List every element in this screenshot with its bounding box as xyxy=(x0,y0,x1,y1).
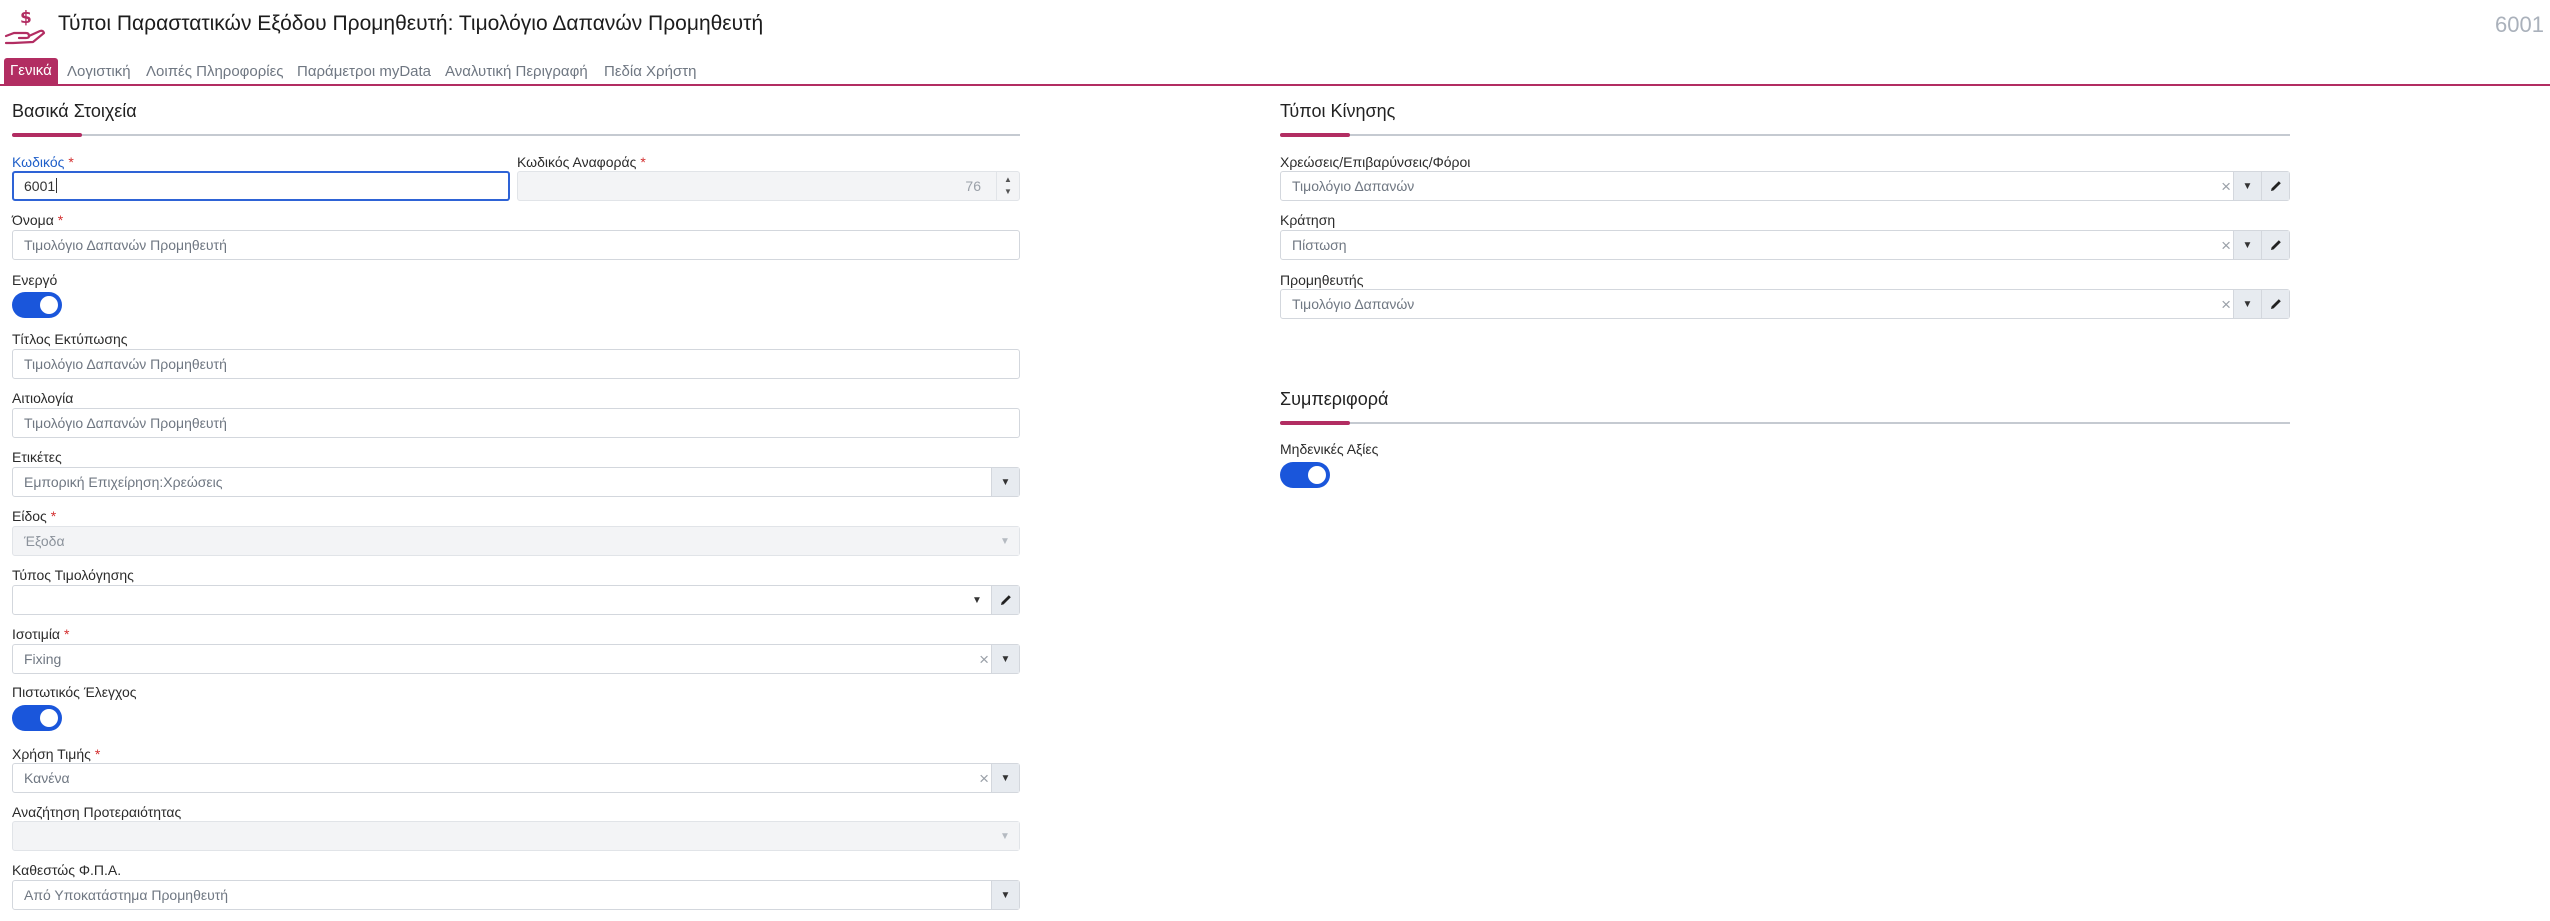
ref-code-stepper[interactable]: ▲ ▼ xyxy=(996,172,1019,200)
pencil-icon[interactable] xyxy=(991,586,1019,614)
section-divider xyxy=(1280,134,2290,136)
supplier-label: Προμηθευτής xyxy=(1280,272,1364,288)
chevron-down-icon: ▼ xyxy=(991,822,1019,850)
name-input[interactable]: Τιμολόγιο Δαπανών Προμηθευτή xyxy=(12,230,1020,260)
active-toggle[interactable] xyxy=(12,292,62,318)
vat-status-select[interactable]: Από Υποκατάστημα Προμηθευτή ▼ xyxy=(12,880,1020,910)
invoice-type-select[interactable]: ▼ xyxy=(12,585,1020,615)
clear-icon[interactable]: × xyxy=(2221,177,2231,197)
section-accent xyxy=(1280,421,1350,425)
section-accent xyxy=(12,133,82,137)
chevron-down-icon[interactable]: ▼ xyxy=(991,645,1019,673)
clear-icon[interactable]: × xyxy=(979,769,989,789)
tab-bar: Γενικά Λογιστική Λοιπές Πληροφορίες Παρά… xyxy=(0,58,2550,86)
svg-text:$: $ xyxy=(20,8,32,28)
chevron-down-icon[interactable]: ▼ xyxy=(2233,172,2261,200)
chevron-down-icon[interactable]: ▼ xyxy=(991,764,1019,792)
spin-down-icon[interactable]: ▼ xyxy=(1004,188,1012,196)
print-title-input[interactable]: Τιμολόγιο Δαπανών Προμηθευτή xyxy=(12,349,1020,379)
zero-values-toggle[interactable] xyxy=(1280,462,1330,488)
reason-input[interactable]: Τιμολόγιο Δαπανών Προμηθευτή xyxy=(12,408,1020,438)
tags-label: Ετικέτες xyxy=(12,449,62,465)
tags-select[interactable]: Εμπορική Επιχείρηση:Χρεώσεις ▼ xyxy=(12,467,1020,497)
zero-values-label: Μηδενικές Αξίες xyxy=(1280,441,1379,457)
section-title-behavior: Συμπεριφορά xyxy=(1280,389,1389,409)
chevron-down-icon[interactable]: ▼ xyxy=(991,881,1019,909)
priority-search-label: Αναζήτηση Προτεραιότητας xyxy=(12,804,182,820)
supplier-select[interactable]: Τιμολόγιο Δαπανών × ▼ xyxy=(1280,289,2290,319)
hold-label: Κράτηση xyxy=(1280,212,1336,228)
ref-code-input[interactable]: 76 ▲ ▼ xyxy=(517,171,1020,201)
priority-search-select[interactable]: ▼ xyxy=(12,821,1020,851)
clear-icon[interactable]: × xyxy=(979,650,989,670)
tab-accounting[interactable]: Λογιστική xyxy=(67,61,131,83)
tab-general[interactable]: Γενικά xyxy=(4,58,58,84)
tab-user-fields[interactable]: Πεδία Χρήστη xyxy=(604,61,696,83)
chevron-down-icon: ▼ xyxy=(991,527,1019,555)
clear-icon[interactable]: × xyxy=(2221,236,2231,256)
section-title-movement: Τύποι Κίνησης xyxy=(1280,101,1396,121)
parity-label: Ισοτιμία * xyxy=(12,626,70,642)
price-use-select[interactable]: Κανένα × ▼ xyxy=(12,763,1020,793)
section-title-basic: Βασικά Στοιχεία xyxy=(12,101,137,121)
hold-select[interactable]: Πίστωση × ▼ xyxy=(1280,230,2290,260)
pencil-icon[interactable] xyxy=(2261,172,2289,200)
chevron-down-icon[interactable]: ▼ xyxy=(963,586,991,614)
charges-select[interactable]: Τιμολόγιο Δαπανών × ▼ xyxy=(1280,171,2290,201)
page-title: Τύποι Παραστατικών Εξόδου Προμηθευτή: Τι… xyxy=(58,12,764,35)
active-label: Ενεργό xyxy=(12,272,58,288)
kind-label: Είδος * xyxy=(12,508,57,524)
page-header: $ Τύποι Παραστατικών Εξόδου Προμηθευτή: … xyxy=(0,0,2550,56)
text-cursor xyxy=(56,178,58,193)
section-divider xyxy=(1280,422,2290,424)
name-label: Όνομα * xyxy=(12,212,64,228)
chevron-down-icon[interactable]: ▼ xyxy=(2233,231,2261,259)
code-input[interactable]: 6001 xyxy=(12,171,510,201)
section-accent xyxy=(1280,133,1350,137)
chevron-down-icon[interactable]: ▼ xyxy=(2233,290,2261,318)
invoice-type-label: Τύπος Τιμολόγησης xyxy=(12,567,134,583)
tab-detailed-description[interactable]: Αναλυτική Περιγραφή xyxy=(445,61,588,83)
charges-label: Χρεώσεις/Επιβαρύνσεις/Φόροι xyxy=(1280,154,1471,170)
price-use-label: Χρήση Τιμής * xyxy=(12,746,101,762)
kind-select[interactable]: Έξοδα ▼ xyxy=(12,526,1020,556)
pencil-icon[interactable] xyxy=(2261,290,2289,318)
money-hand-icon: $ xyxy=(4,6,46,48)
parity-select[interactable]: Fixing × ▼ xyxy=(12,644,1020,674)
print-title-label: Τίτλος Εκτύπωσης xyxy=(12,331,128,347)
record-code: 6001 xyxy=(2495,12,2544,37)
tab-other-info[interactable]: Λοιπές Πληροφορίες xyxy=(146,61,284,83)
ref-code-label: Κωδικός Αναφοράς * xyxy=(517,154,646,170)
clear-icon[interactable]: × xyxy=(2221,295,2231,315)
credit-check-label: Πιστωτικός Έλεγχος xyxy=(12,684,137,700)
tab-mydata-params[interactable]: Παράμετροι myData xyxy=(297,61,431,83)
credit-check-toggle[interactable] xyxy=(12,705,62,731)
code-label: Κωδικός * xyxy=(12,154,74,170)
section-divider xyxy=(12,134,1020,136)
chevron-down-icon[interactable]: ▼ xyxy=(991,468,1019,496)
pencil-icon[interactable] xyxy=(2261,231,2289,259)
vat-status-label: Καθεστώς Φ.Π.Α. xyxy=(12,862,122,878)
spin-up-icon[interactable]: ▲ xyxy=(1004,176,1012,184)
reason-label: Αιτιολογία xyxy=(12,390,74,406)
